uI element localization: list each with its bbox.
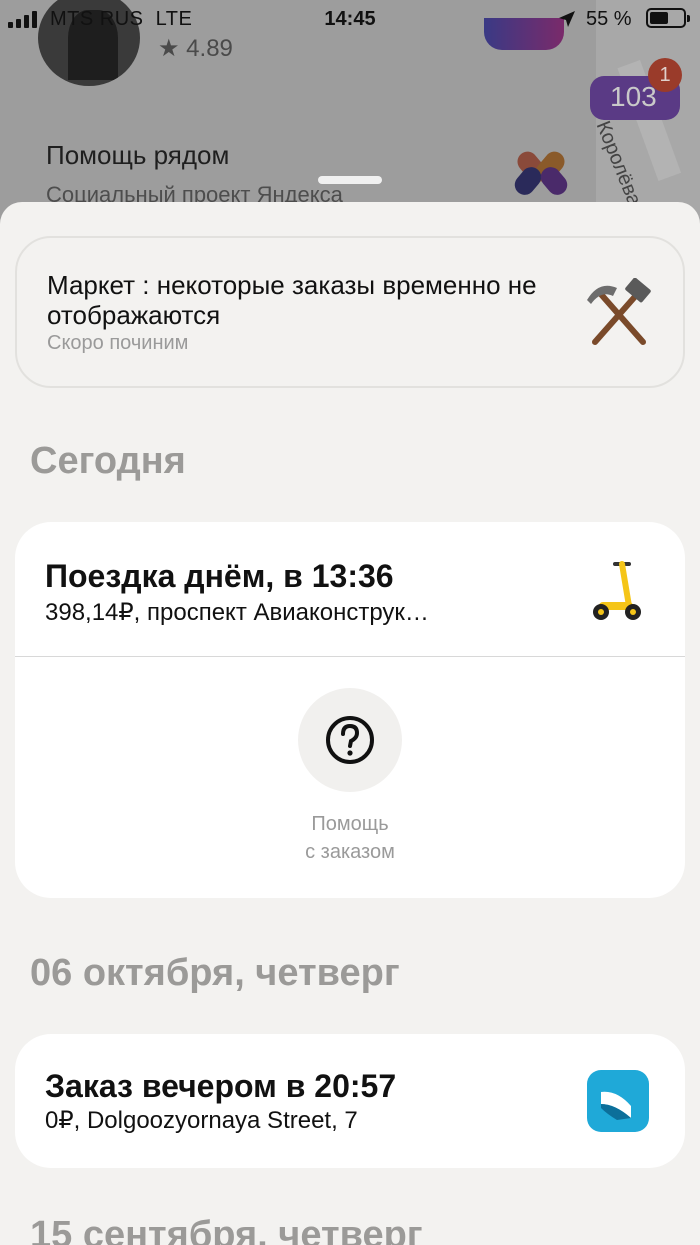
hammer-and-pick-icon (587, 278, 651, 345)
section-title-oct-06: 06 октября, четверг (30, 952, 400, 994)
battery-percent: 55 % (586, 8, 632, 30)
notice-subtitle: Скоро починим (47, 332, 189, 354)
status-bar: MTS RUS LTE 14:45 55 % (0, 0, 700, 38)
order-card[interactable]: Заказ вечером в 20:57 0₽, Dolgoozyornaya… (15, 1034, 685, 1168)
battery-fill (650, 12, 668, 24)
order-help-label: Помощь с заказом (305, 813, 395, 863)
order-subtitle: 0₽, Dolgoozyornaya Street, 7 (45, 1107, 358, 1134)
notice-title: Маркет : некоторые заказы временно не от… (47, 270, 537, 330)
help-nearby-title: Помощь рядом (46, 140, 230, 170)
rating: ★ 4.89 (158, 35, 233, 62)
scooter-icon (593, 561, 641, 620)
order-title: Заказ вечером в 20:57 (45, 1068, 397, 1104)
sheet-grabber[interactable] (318, 176, 382, 184)
section-title-sep-15: 15 сентября, четверг (30, 1214, 423, 1245)
order-title: Поездка днём, в 13:36 (45, 558, 394, 594)
order-subtitle: 398,14₽, проспект Авиаконструк… (45, 599, 429, 626)
orders-sheet: Маркет : некоторые заказы временно не от… (0, 202, 700, 1245)
card-divider (15, 656, 685, 657)
order-card[interactable]: Поездка днём, в 13:36 398,14₽, проспект … (15, 522, 685, 898)
section-title-today: Сегодня (30, 440, 186, 482)
question-icon (326, 716, 374, 764)
heart-logo-icon (514, 151, 568, 195)
order-help-button[interactable] (298, 688, 402, 792)
delivery-icon (587, 1070, 649, 1132)
battery-icon (646, 8, 690, 28)
location-arrow-icon (559, 11, 575, 27)
market-notice[interactable]: Маркет : некоторые заказы временно не от… (15, 236, 685, 388)
badge-count: 1 (648, 58, 682, 92)
